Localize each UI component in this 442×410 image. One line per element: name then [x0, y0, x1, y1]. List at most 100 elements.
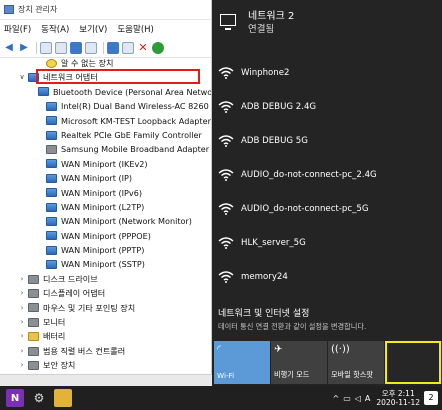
uninstall-icon[interactable]: ✕ [137, 41, 149, 54]
menu-action[interactable]: 동작(A) [41, 23, 69, 35]
network-header[interactable]: 네트워크 2 연결됨 [212, 0, 442, 50]
clock[interactable]: 오후 2:11 2020-11-12 [376, 389, 420, 407]
view-icon[interactable] [85, 41, 97, 54]
wifi-network-name: ADB DEBUG 5G [241, 136, 308, 146]
expand-chevron-icon[interactable]: ∨ [18, 70, 26, 84]
wifi-network-name: HLK_server_5G [241, 238, 306, 248]
wifi-tile[interactable]: ◜ Wi-Fi [214, 341, 270, 384]
expand-chevron-icon[interactable]: › [18, 329, 26, 343]
device-manager-window: 장치 관리자 파일(F) 동작(A) 보기(V) 도움말(H) ◀ ▶ ✕ 알 … [0, 0, 212, 374]
tree-item[interactable]: Bluetooth Device (Personal Area Network) [0, 85, 211, 99]
expand-chevron-icon[interactable]: › [18, 272, 26, 286]
wifi-network-item[interactable]: ADB DEBUG 2.4G [212, 90, 442, 124]
mobile-hotspot-tile[interactable]: ((·)) 모바일 핫스팟 [328, 341, 384, 384]
tree-item-label: WAN Miniport (PPTP) [61, 245, 145, 256]
toolbar-separator [103, 41, 104, 54]
tree-item[interactable]: › 모니터 [0, 315, 211, 329]
tree-item-label: 범용 직렬 버스 컨트롤러 [43, 345, 126, 356]
tree-item[interactable]: ∨ 네트워크 어댑터 [0, 70, 211, 84]
device-icon [28, 288, 39, 298]
tree-item[interactable]: 알 수 없는 장치 [0, 56, 211, 70]
tree-item[interactable]: WAN Miniport (IPv6) [0, 186, 211, 200]
tree-item[interactable]: Intel(R) Dual Band Wireless-AC 8260 [0, 99, 211, 113]
expand-chevron-icon[interactable]: › [18, 315, 26, 329]
tree-item[interactable]: › 보안 장치 [0, 358, 211, 372]
help-icon[interactable] [70, 41, 82, 54]
tree-item[interactable]: › 디스크 드라이브 [0, 272, 211, 286]
forward-arrow-icon[interactable]: ▶ [18, 42, 30, 54]
ime-indicator[interactable]: A [365, 394, 370, 403]
tree-item[interactable]: › 배터리 [0, 329, 211, 343]
tree-item[interactable]: WAN Miniport (PPTP) [0, 243, 211, 257]
onenote-icon[interactable]: N [6, 389, 24, 407]
device-icon [46, 145, 57, 155]
expand-chevron-icon[interactable]: › [18, 358, 26, 372]
wifi-network-item[interactable]: ADB DEBUG 5G [212, 124, 442, 158]
wifi-network-item[interactable]: AUDIO_do-not-connect-pc_2.4G [212, 158, 442, 192]
update-driver-icon[interactable] [122, 41, 134, 54]
expand-chevron-icon[interactable]: › [18, 301, 26, 315]
device-manager-statusbar [0, 374, 212, 386]
wifi-network-name: ADB DEBUG 2.4G [241, 102, 317, 112]
tree-item[interactable]: WAN Miniport (PPPOE) [0, 229, 211, 243]
airplane-icon: ✈ [274, 344, 283, 355]
properties-icon[interactable] [40, 41, 52, 54]
airplane-mode-tile[interactable]: ✈ 비행기 모드 [271, 341, 327, 384]
tree-item[interactable]: › 디스플레이 어댑터 [0, 286, 211, 300]
tree-item[interactable]: WAN Miniport (L2TP) [0, 200, 211, 214]
expand-chevron-icon[interactable]: › [18, 286, 26, 300]
tree-item-label: 알 수 없는 장치 [61, 58, 114, 68]
menu-view[interactable]: 보기(V) [79, 23, 107, 35]
tree-item-label: 디스크 드라이브 [43, 273, 98, 284]
settings-gear-icon[interactable]: ⚙ [30, 389, 48, 407]
network-adapter-icon [46, 116, 57, 126]
details-icon[interactable] [55, 41, 67, 54]
tree-item-label: Microsoft KM-TEST Loopback Adapter [61, 115, 211, 126]
window-titlebar: 장치 관리자 [0, 0, 211, 20]
wifi-network-item[interactable]: HLK_server_5G [212, 226, 442, 260]
tree-item[interactable]: › 마우스 및 기타 포인팅 장치 [0, 301, 211, 315]
expand-chevron-icon[interactable]: › [18, 344, 26, 358]
notification-badge[interactable]: 2 [424, 391, 438, 405]
wifi-network-item[interactable]: memory24 [212, 260, 442, 294]
network-adapter-icon [46, 245, 57, 255]
menu-file[interactable]: 파일(F) [4, 23, 31, 35]
tree-item[interactable]: Samsung Mobile Broadband Adapter [0, 142, 211, 156]
hotspot-tile-label: 모바일 핫스팟 [331, 370, 373, 379]
back-arrow-icon[interactable]: ◀ [3, 42, 15, 54]
menu-help[interactable]: 도움말(H) [117, 23, 153, 35]
network-adapter-icon [46, 216, 57, 226]
menu-bar: 파일(F) 동작(A) 보기(V) 도움말(H) [0, 20, 211, 38]
wifi-tile-label: Wi-Fi [217, 371, 235, 380]
window-title: 장치 관리자 [18, 5, 58, 14]
tree-item[interactable]: Realtek PCIe GbE Family Controller [0, 128, 211, 142]
tree-item-label: WAN Miniport (IP) [61, 173, 133, 184]
network-adapter-icon [38, 87, 49, 97]
enable-device-icon[interactable] [152, 41, 164, 54]
tray-network-icon[interactable]: ▭ [343, 394, 351, 403]
file-explorer-icon[interactable] [54, 389, 72, 407]
tree-item-label: WAN Miniport (SSTP) [61, 259, 145, 270]
tray-volume-icon[interactable]: ◁ [355, 394, 361, 403]
tree-item-label: 마우스 및 기타 포인팅 장치 [43, 302, 136, 313]
hotspot-icon: ((·)) [331, 344, 350, 355]
scan-hardware-icon[interactable] [107, 41, 119, 54]
network-settings-area: 네트워크 및 인터넷 설정 데이터 통신 연결 전환과 같이 설정을 변경합니다… [212, 306, 442, 338]
tree-item[interactable]: Microsoft KM-TEST Loopback Adapter [0, 114, 211, 128]
wifi-network-item[interactable]: Winphone2 [212, 56, 442, 90]
tree-item[interactable]: WAN Miniport (Network Monitor) [0, 214, 211, 228]
tree-item-label: WAN Miniport (L2TP) [61, 201, 145, 212]
wifi-network-item[interactable]: AUDIO_do-not-connect-pc_5G [212, 192, 442, 226]
tree-item[interactable]: WAN Miniport (IP) [0, 171, 211, 185]
network-adapter-icon [46, 101, 57, 111]
tree-item[interactable]: WAN Miniport (IKEv2) [0, 157, 211, 171]
quick-action-tiles: ◜ Wi-Fi ✈ 비행기 모드 ((·)) 모바일 핫스팟 [214, 341, 442, 384]
highlighted-empty-tile[interactable] [385, 341, 441, 384]
network-adapter-icon [46, 173, 57, 183]
tree-item[interactable]: › 범용 직렬 버스 컨트롤러 [0, 344, 211, 358]
network-settings-link[interactable]: 네트워크 및 인터넷 설정 [218, 306, 442, 319]
tree-item-label: WAN Miniport (PPPOE) [61, 230, 151, 241]
tree-item[interactable]: WAN Miniport (SSTP) [0, 257, 211, 271]
tray-chevron-icon[interactable]: ^ [333, 394, 340, 403]
wifi-signal-icon [218, 135, 234, 147]
